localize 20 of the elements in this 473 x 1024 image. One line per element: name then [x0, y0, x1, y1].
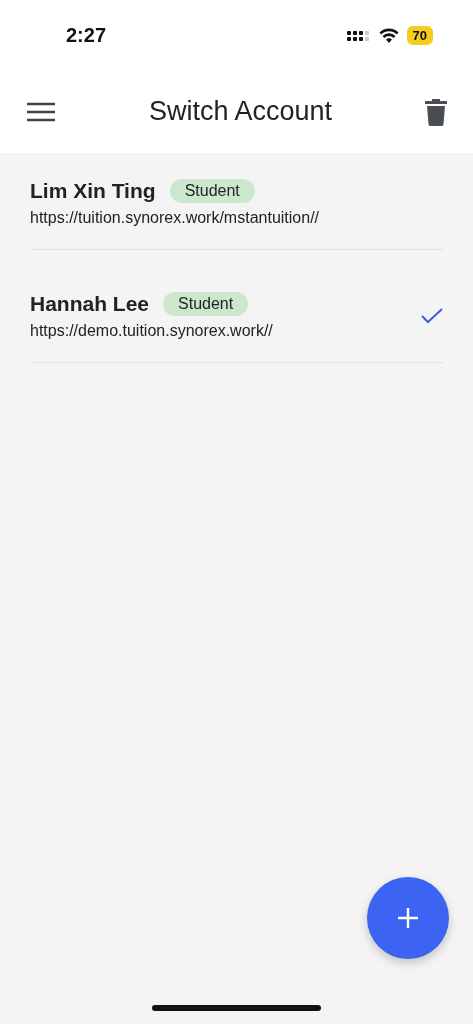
account-name: Lim Xin Ting — [30, 179, 156, 203]
trash-icon — [425, 97, 447, 126]
account-url: https://tuition.synorex.work/mstantuition// — [30, 209, 319, 227]
menu-button[interactable] — [26, 100, 56, 123]
account-name: Hannah Lee — [30, 292, 150, 316]
account-row[interactable]: Hannah Lee Student https://demo.tuition.synorex.work// — [30, 264, 443, 363]
page-title: Switch Account — [148, 96, 333, 127]
role-tag: Student — [169, 179, 255, 203]
status-time: 2:27 — [66, 23, 107, 47]
trash-button[interactable] — [425, 97, 447, 126]
checkmark-icon — [421, 308, 443, 324]
role-tag: Student — [163, 292, 249, 316]
battery-level: 70 — [406, 25, 433, 45]
menu-icon — [26, 100, 56, 123]
wifi-icon — [378, 27, 399, 43]
add-button[interactable] — [367, 877, 449, 959]
account-row[interactable]: Lim Xin Ting Student https://tuition.synorex.work/mstantuition// — [30, 161, 443, 250]
account-url: https://demo.tuition.synorex.work// — [30, 322, 273, 340]
plus-icon — [397, 907, 419, 929]
signal-icon — [346, 28, 371, 42]
